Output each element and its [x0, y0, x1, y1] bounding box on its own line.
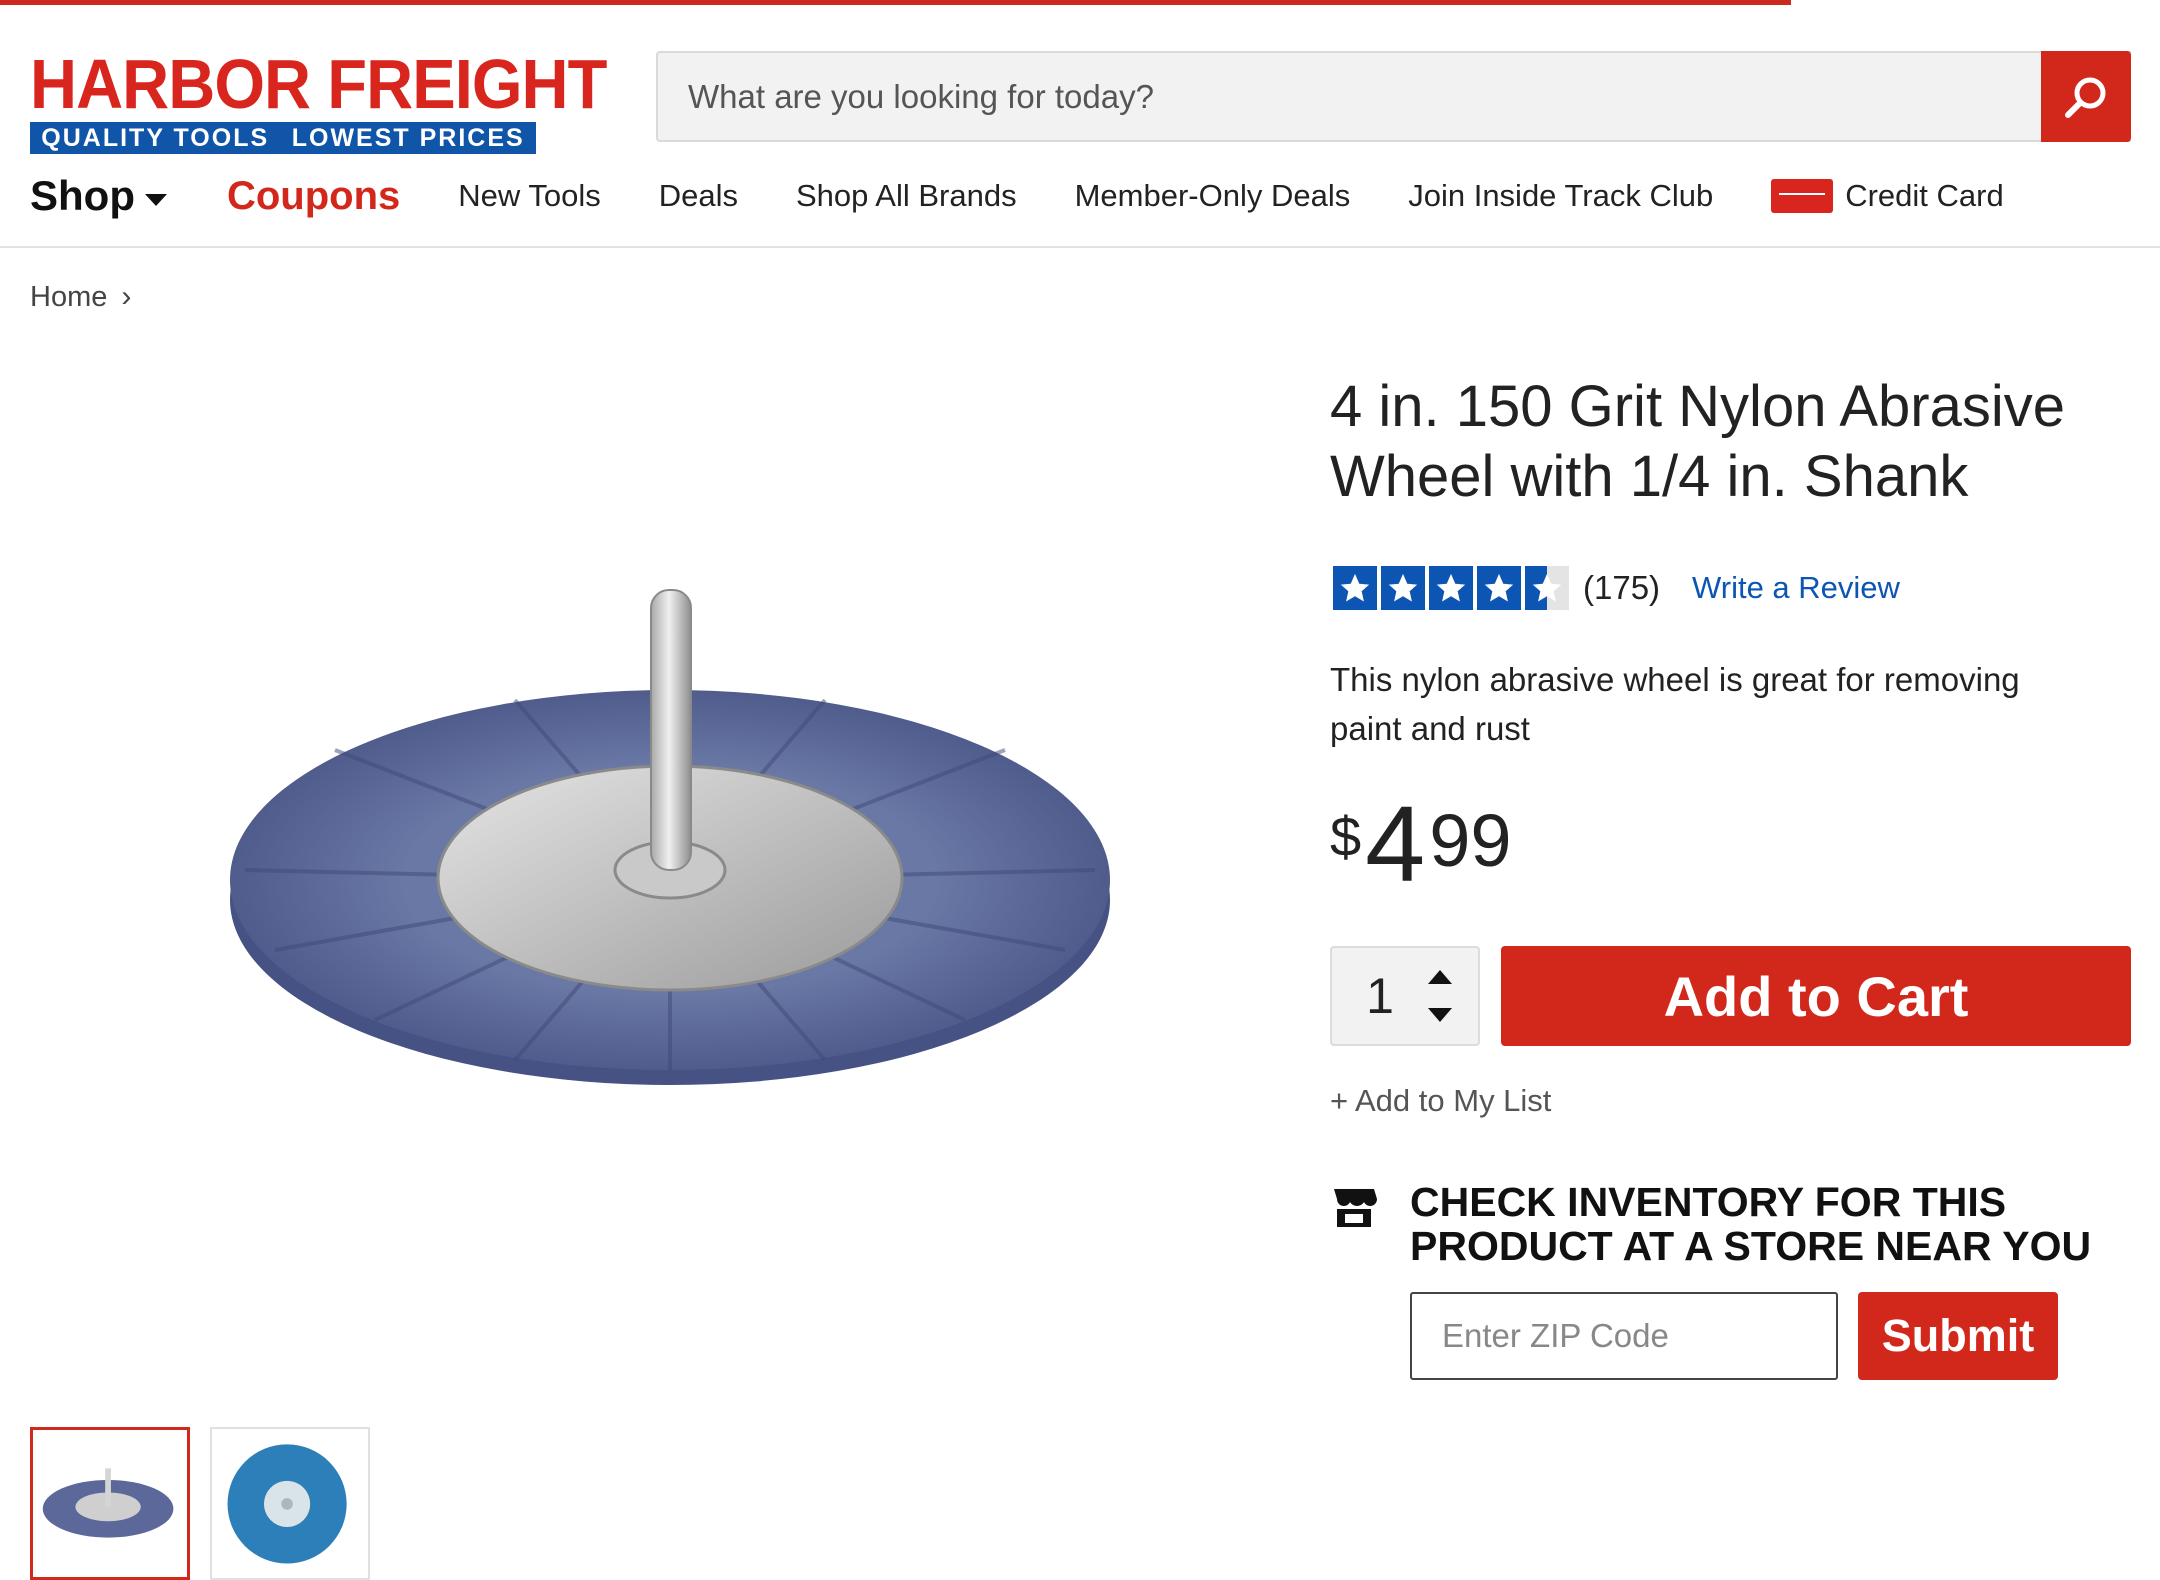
quantity-stepper[interactable]: 1: [1330, 946, 1480, 1046]
nav-shop-label: Shop: [30, 172, 135, 219]
nav-credit-card-label: Credit Card: [1845, 178, 2004, 213]
decrement-arrow-icon[interactable]: [1428, 1008, 1452, 1022]
star-icon: [1381, 566, 1425, 610]
nav-member-only-deals[interactable]: Member-Only Deals: [1075, 178, 1351, 214]
half-star-icon: [1525, 566, 1569, 610]
product-rating[interactable]: (175) Write a Review: [1333, 566, 1900, 610]
price-currency: $: [1330, 805, 1362, 868]
search-input[interactable]: [656, 51, 2131, 142]
thumbnail-image-wheel-side: [42, 1468, 174, 1538]
price-whole: 4: [1365, 783, 1426, 904]
product-description: This nylon abrasive wheel is great for r…: [1330, 661, 2020, 747]
add-to-cart-button[interactable]: Add to Cart: [1501, 946, 2131, 1046]
nav-shop-all-brands[interactable]: Shop All Brands: [796, 178, 1017, 214]
star-icon: [1477, 566, 1521, 610]
quantity-arrows: [1428, 970, 1452, 1022]
add-to-my-list-link[interactable]: + Add to My List: [1330, 1083, 1551, 1119]
price-cents: 99: [1429, 799, 1512, 882]
logo-tagline: QUALITY TOOLS LOWEST PRICES: [30, 122, 536, 154]
header-divider: [0, 246, 2160, 248]
product-price: $ 4 99: [1330, 790, 1512, 898]
nav-inside-track-club[interactable]: Join Inside Track Club: [1408, 178, 1713, 214]
product-thumbnail-1[interactable]: [30, 1427, 190, 1580]
zip-submit-button[interactable]: Submit: [1858, 1292, 2058, 1380]
nav-new-tools[interactable]: New Tools: [458, 178, 600, 214]
write-review-link[interactable]: Write a Review: [1692, 570, 1900, 606]
nav-deals[interactable]: Deals: [659, 178, 738, 214]
product-image[interactable]: [215, 570, 1145, 1150]
main-nav: Shop Coupons New Tools Deals Shop All Br…: [30, 168, 2062, 224]
rating-stars: [1333, 566, 1573, 610]
chevron-right-icon: ›: [121, 280, 132, 313]
search-icon: [2065, 77, 2106, 118]
nav-credit-card[interactable]: Credit Card: [1771, 178, 2004, 214]
logo-wordmark: HARBOR FREIGHT: [30, 45, 607, 123]
star-icon: [1333, 566, 1377, 610]
breadcrumb: Home ›: [30, 280, 131, 314]
search-button[interactable]: [2041, 51, 2131, 142]
logo-tagline-left: QUALITY TOOLS: [41, 123, 270, 152]
credit-card-icon: [1771, 179, 1834, 213]
product-thumbnail-2[interactable]: [210, 1427, 370, 1580]
top-accent-bar: [0, 0, 1791, 5]
store-icon: [1334, 1189, 1377, 1227]
thumbnail-image-wheel-front: [227, 1444, 347, 1564]
logo-tagline-right: LOWEST PRICES: [291, 123, 525, 152]
zip-code-input[interactable]: [1410, 1292, 1838, 1380]
quantity-value[interactable]: 1: [1332, 967, 1428, 1025]
increment-arrow-icon[interactable]: [1428, 970, 1452, 984]
harbor-freight-logo[interactable]: HARBOR FREIGHT QUALITY TOOLS LOWEST PRIC…: [30, 45, 607, 154]
chevron-down-icon: [144, 194, 167, 206]
product-title: 4 in. 150 Grit Nylon Abrasive Wheel with…: [1330, 374, 2066, 509]
nav-shop-menu[interactable]: Shop: [30, 172, 167, 220]
review-count[interactable]: (175): [1583, 569, 1660, 607]
check-inventory-heading: CHECK INVENTORY FOR THIS PRODUCT AT A ST…: [1410, 1179, 2092, 1269]
nav-coupons[interactable]: Coupons: [227, 174, 400, 219]
star-icon: [1429, 566, 1473, 610]
breadcrumb-home[interactable]: Home: [30, 281, 107, 314]
